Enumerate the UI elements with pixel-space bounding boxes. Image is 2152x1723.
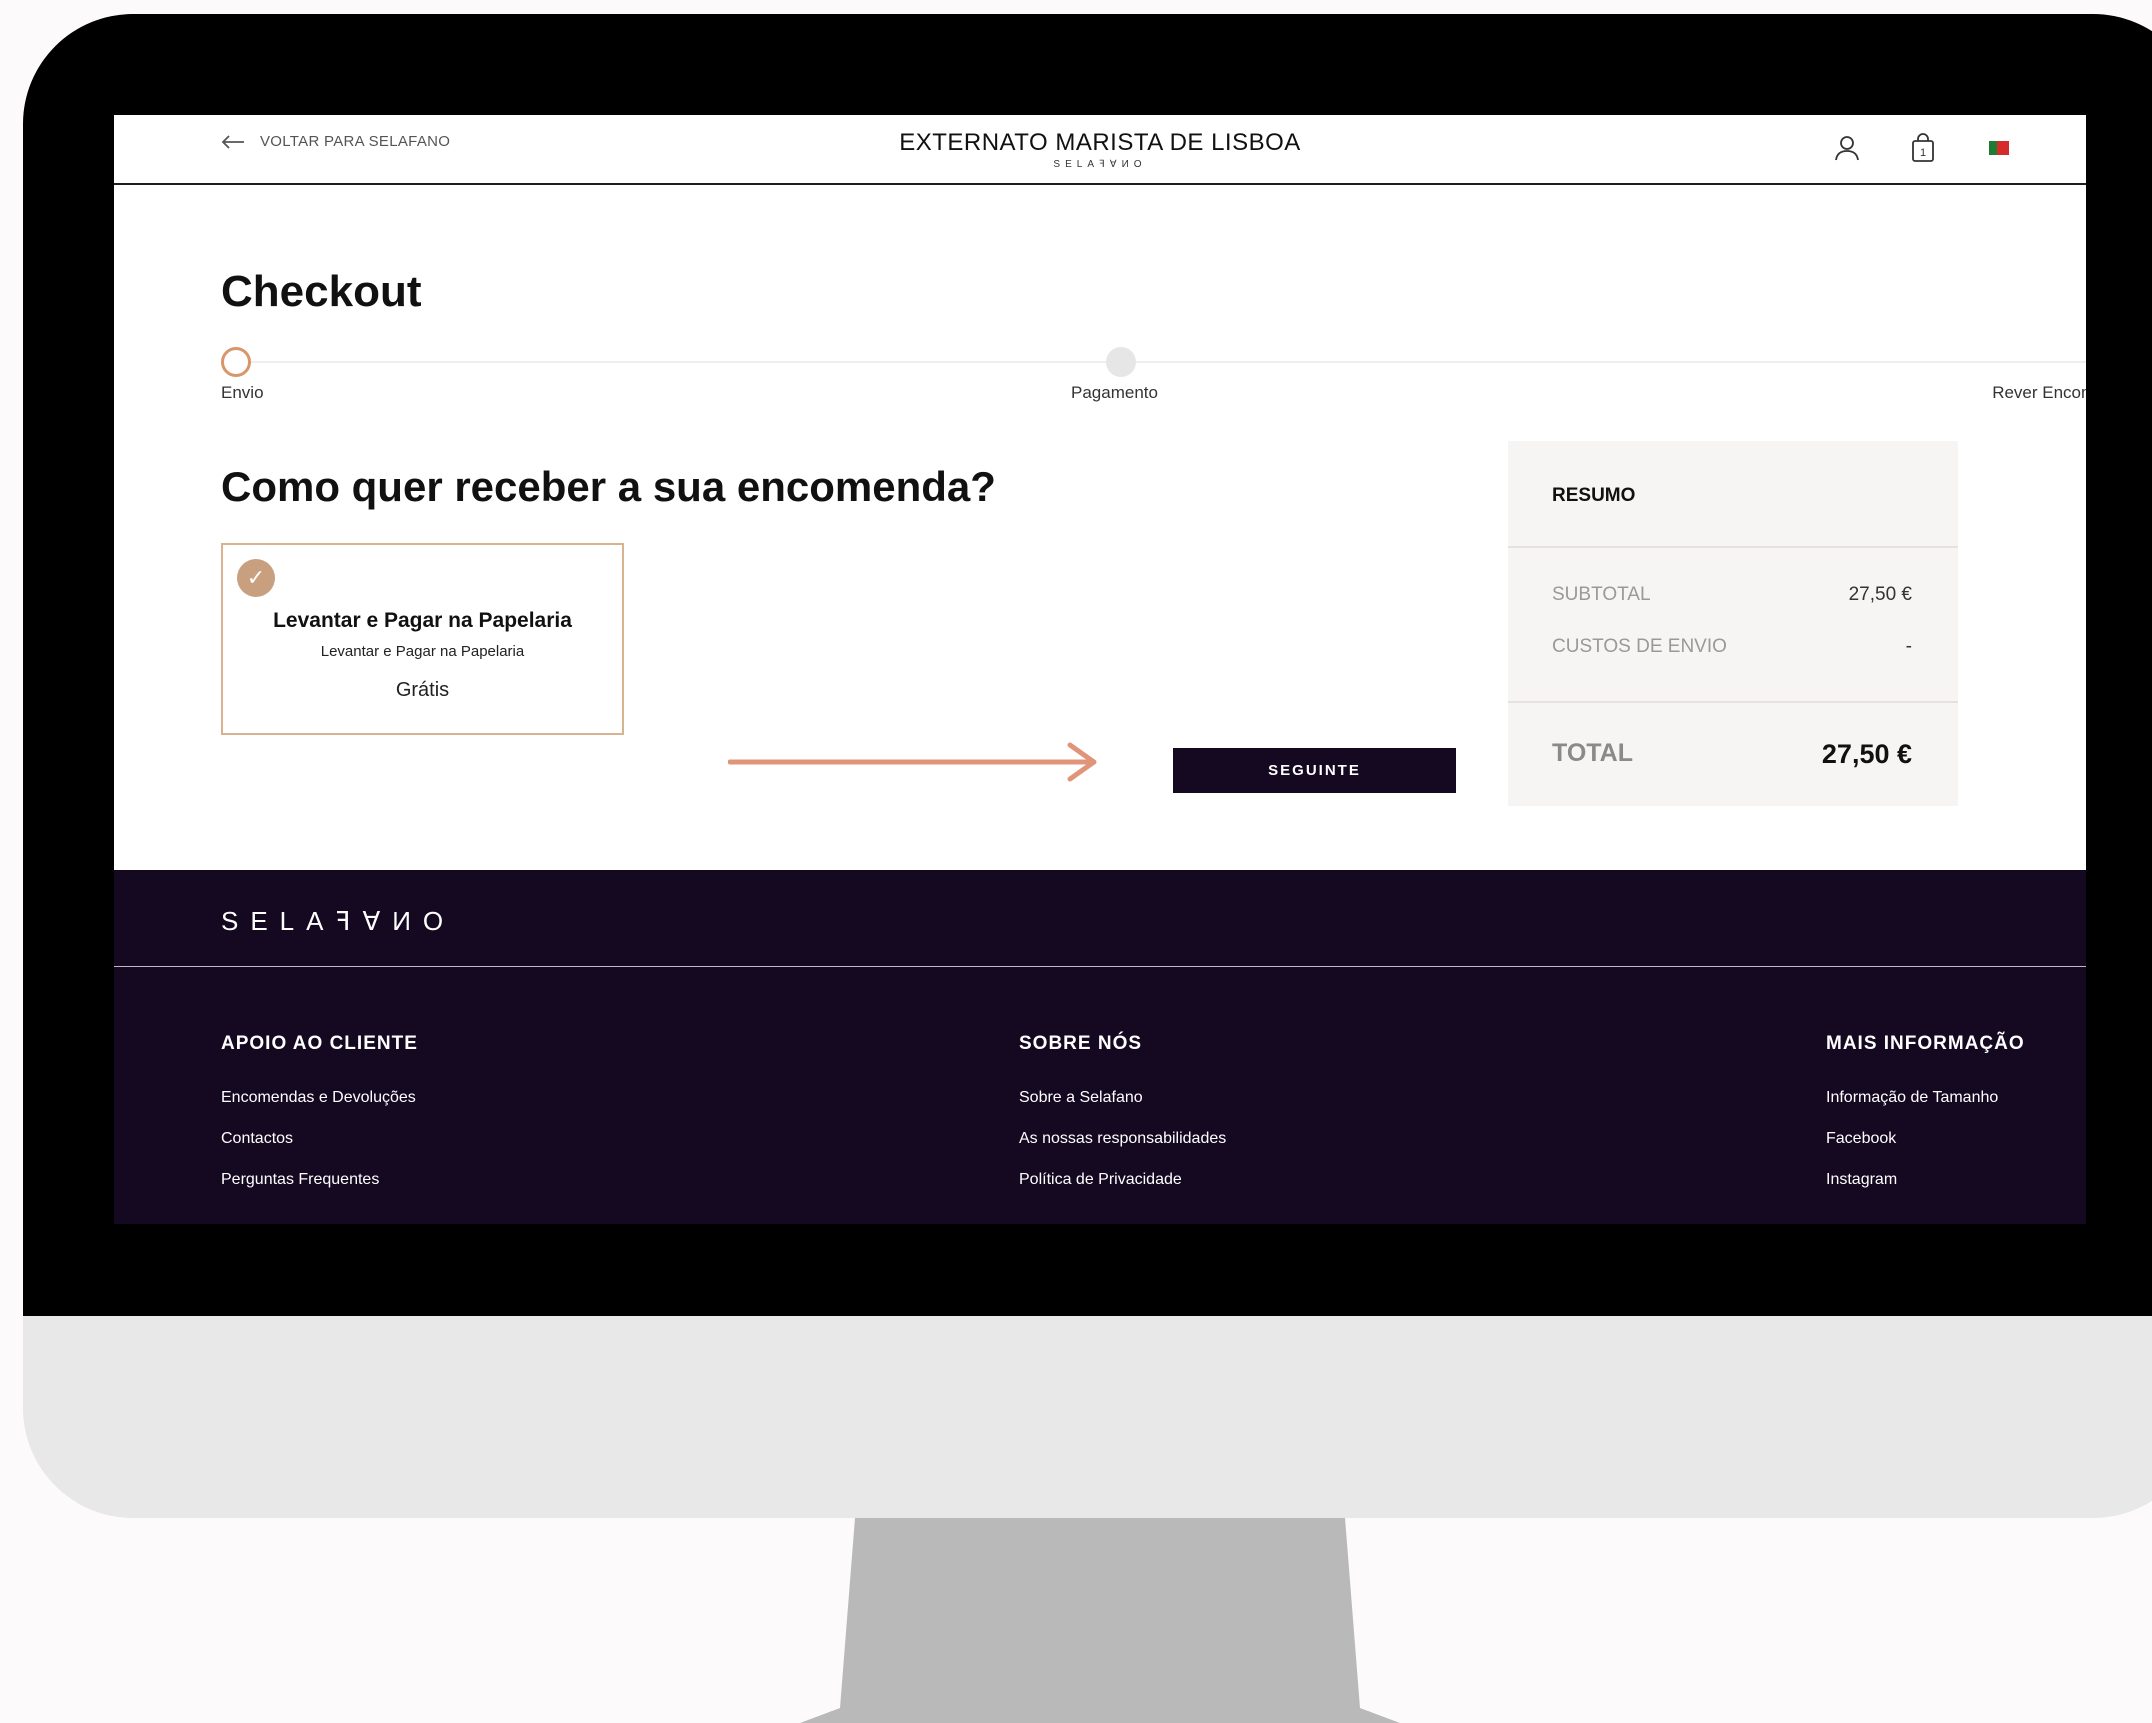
step-dot-pagamento[interactable] bbox=[1106, 347, 1136, 377]
page-title: Checkout bbox=[221, 267, 422, 316]
footer-link[interactable]: Encomendas e Devoluções bbox=[221, 1089, 418, 1107]
cart-count: 1 bbox=[1920, 147, 1926, 159]
footer-link[interactable]: Política de Privacidade bbox=[1019, 1171, 1226, 1189]
total-value: 27,50 € bbox=[1821, 739, 1912, 769]
subtotal-label: SUBTOTAL bbox=[1552, 584, 1651, 605]
screen: VOLTAR PARA SELAFANO EXTERNATO MARISTA D… bbox=[114, 115, 2086, 1224]
portugal-flag-icon bbox=[1989, 141, 2009, 155]
footer-link[interactable]: Informação de Tamanho bbox=[1826, 1089, 2025, 1107]
next-button[interactable]: SEGUINTE bbox=[1173, 748, 1456, 793]
checkout-stepper: Envio Pagamento Rever Encomenda bbox=[221, 345, 2086, 405]
footer-link[interactable]: Instagram bbox=[1826, 1171, 2025, 1189]
footer-column-title: APOIO AO CLIENTE bbox=[221, 1033, 418, 1054]
shipping-option-title: Levantar e Pagar na Papelaria bbox=[273, 609, 572, 632]
summary-subtotal-row: SUBTOTAL 27,50 € bbox=[1552, 584, 1912, 606]
brand-sub-logo: SELAꟻⱯИO bbox=[1053, 159, 1147, 170]
footer-link[interactable]: Perguntas Frequentes bbox=[221, 1171, 418, 1189]
site-footer: SELAꟻⱯИO APOIO AO CLIENTE Encomendas e D… bbox=[114, 870, 2086, 1224]
shipping-cost-value: - bbox=[1905, 636, 1912, 657]
summary-title: RESUMO bbox=[1552, 485, 1636, 506]
total-label: TOTAL bbox=[1552, 739, 1634, 767]
step-dot-envio[interactable] bbox=[221, 347, 251, 377]
shipping-option-subtitle: Levantar e Pagar na Papelaria bbox=[320, 643, 525, 660]
checkmark-icon: ✓ bbox=[237, 559, 275, 597]
summary-divider bbox=[1508, 701, 1958, 703]
footer-column-mais-info: MAIS INFORMAÇÃO Informação de Tamanho Fa… bbox=[1826, 1033, 2025, 1212]
summary-total-row: TOTAL 27,50 € bbox=[1552, 739, 1912, 770]
step-label-envio: Envio bbox=[221, 383, 264, 402]
shopping-bag-icon[interactable]: 1 bbox=[1906, 131, 1940, 165]
store-title: EXTERNATO MARISTA DE LISBOA bbox=[899, 129, 1301, 156]
header-icons: 1 bbox=[1830, 131, 2016, 165]
monitor-stand bbox=[800, 1518, 1400, 1723]
subtotal-value: 27,50 € bbox=[1848, 584, 1912, 605]
footer-column-sobre: SOBRE NÓS Sobre a Selafano As nossas res… bbox=[1019, 1033, 1226, 1212]
site-header: VOLTAR PARA SELAFANO EXTERNATO MARISTA D… bbox=[114, 115, 2086, 185]
footer-divider bbox=[114, 966, 2086, 967]
shipping-option-price: Grátis bbox=[395, 679, 450, 701]
summary-divider bbox=[1508, 546, 1958, 548]
step-label-pagamento: Pagamento bbox=[1071, 383, 1158, 402]
section-question: Como quer receber a sua encomenda? bbox=[221, 463, 996, 510]
footer-link[interactable]: Sobre a Selafano bbox=[1019, 1089, 1226, 1107]
footer-link[interactable]: Contactos bbox=[221, 1130, 418, 1148]
footer-logo[interactable]: SELAꟻⱯИO bbox=[221, 906, 455, 937]
footer-link[interactable]: As nossas responsabilidades bbox=[1019, 1130, 1226, 1148]
order-summary: RESUMO SUBTOTAL 27,50 € CUSTOS DE ENVIO … bbox=[1508, 441, 1958, 806]
language-flag-portugal-icon[interactable] bbox=[1982, 131, 2016, 165]
summary-shipping-row: CUSTOS DE ENVIO - bbox=[1552, 636, 1912, 658]
user-icon[interactable] bbox=[1830, 131, 1864, 165]
step-label-rever-encomenda: Rever Encomenda bbox=[1992, 383, 2086, 402]
brand[interactable]: EXTERNATO MARISTA DE LISBOA SELAꟻⱯИO bbox=[114, 129, 2086, 170]
stepper-line bbox=[237, 361, 2086, 363]
footer-column-title: SOBRE NÓS bbox=[1019, 1033, 1143, 1054]
footer-column-title: MAIS INFORMAÇÃO bbox=[1826, 1033, 2025, 1054]
shipping-option-card[interactable]: ✓ Levantar e Pagar na Papelaria Levantar… bbox=[221, 543, 624, 735]
footer-column-apoio: APOIO AO CLIENTE Encomendas e Devoluções… bbox=[221, 1033, 418, 1212]
arrow-right-icon bbox=[728, 742, 1097, 782]
shipping-cost-label: CUSTOS DE ENVIO bbox=[1552, 636, 1727, 657]
footer-link[interactable]: Facebook bbox=[1826, 1130, 2025, 1148]
